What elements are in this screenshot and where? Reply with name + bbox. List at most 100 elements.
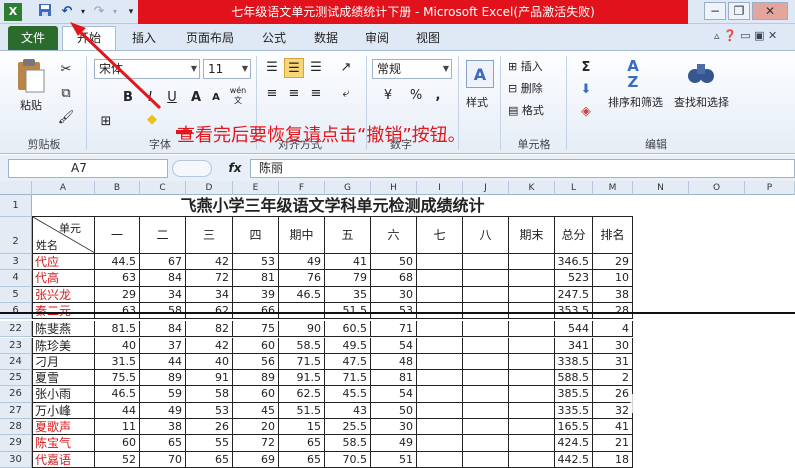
score-cell[interactable]: 51 [371, 451, 417, 468]
underline-button[interactable]: U [162, 88, 182, 108]
score-cell[interactable]: 84 [140, 270, 186, 287]
score-cell[interactable]: 53 [186, 402, 233, 419]
score-cell[interactable]: 165.5 [555, 419, 593, 436]
student-name-cell[interactable]: 夏雪 [32, 370, 95, 387]
header-diagonal-cell[interactable]: 单元 姓名 [32, 217, 95, 254]
score-cell[interactable]: 84 [140, 321, 186, 338]
score-cell[interactable]: 10 [593, 270, 633, 287]
score-cell[interactable]: 44 [140, 353, 186, 371]
score-cell[interactable]: 338.5 [555, 353, 593, 371]
score-cell[interactable]: 76 [279, 270, 325, 287]
student-name-cell[interactable]: 陈宝气 [32, 435, 95, 452]
header-cell[interactable]: 五 [325, 217, 371, 254]
score-cell[interactable] [417, 451, 463, 468]
score-cell[interactable]: 30 [593, 337, 633, 354]
score-cell[interactable] [509, 337, 555, 354]
row-header[interactable]: 23 [0, 337, 32, 354]
student-name-cell[interactable]: 陈斐燕 [32, 321, 95, 338]
score-cell[interactable] [509, 270, 555, 287]
score-cell[interactable]: 60.5 [325, 321, 371, 338]
score-cell[interactable]: 38 [140, 419, 186, 436]
align-left-icon[interactable]: ≡ [262, 84, 282, 104]
header-cell[interactable]: 六 [371, 217, 417, 254]
student-name-cell[interactable]: 代嘉语 [32, 451, 95, 468]
student-name-cell[interactable]: 代应 [32, 254, 95, 271]
score-cell[interactable]: 442.5 [555, 451, 593, 468]
tab-file[interactable]: 文件 [8, 26, 58, 50]
header-cell[interactable]: 三 [186, 217, 233, 254]
tab-review[interactable]: 审阅 [357, 27, 397, 50]
row-header[interactable]: 4 [0, 270, 32, 287]
score-cell[interactable]: 53 [233, 254, 279, 271]
score-cell[interactable]: 45 [233, 402, 279, 419]
score-cell[interactable]: 18 [593, 451, 633, 468]
column-header-e[interactable]: E [233, 181, 279, 195]
comma-button[interactable]: , [428, 86, 448, 106]
header-cell[interactable]: 二 [140, 217, 186, 254]
formula-input[interactable]: 陈丽 [250, 159, 795, 178]
phonetic-button[interactable]: wén 文 [228, 86, 248, 106]
score-cell[interactable]: 42 [186, 254, 233, 271]
score-cell[interactable] [509, 386, 555, 403]
score-cell[interactable]: 91.5 [279, 370, 325, 387]
score-cell[interactable]: 58.5 [325, 435, 371, 452]
align-center-icon[interactable]: ≡ [284, 84, 304, 104]
score-cell[interactable]: 51.5 [279, 402, 325, 419]
score-cell[interactable]: 247.5 [555, 286, 593, 303]
score-cell[interactable]: 63 [95, 270, 140, 287]
score-cell[interactable]: 424.5 [555, 435, 593, 452]
score-cell[interactable] [417, 254, 463, 271]
score-cell[interactable]: 4 [593, 321, 633, 338]
format-cells-button[interactable]: ▤ 格式 [508, 102, 544, 118]
score-cell[interactable] [509, 353, 555, 371]
score-cell[interactable] [509, 370, 555, 387]
score-cell[interactable]: 38 [593, 286, 633, 303]
score-cell[interactable] [463, 353, 509, 371]
autosum-button[interactable]: Σ [576, 58, 596, 78]
paste-icon[interactable] [14, 58, 50, 98]
student-name-cell[interactable]: 刁月 [32, 353, 95, 371]
score-cell[interactable]: 26 [186, 419, 233, 436]
score-cell[interactable]: 79 [325, 270, 371, 287]
score-cell[interactable]: 52 [95, 451, 140, 468]
italic-button[interactable]: I [140, 88, 160, 108]
save-icon[interactable] [36, 3, 54, 21]
score-cell[interactable]: 40 [95, 337, 140, 354]
bold-button[interactable]: B [118, 88, 138, 108]
cut-icon[interactable]: ✂ [56, 60, 76, 80]
score-cell[interactable]: 67 [140, 254, 186, 271]
delete-cells-button[interactable]: ⊟ 删除 [508, 80, 543, 96]
row-header[interactable]: 29 [0, 435, 32, 452]
score-cell[interactable]: 44 [95, 402, 140, 419]
sort-filter-icon[interactable]: AZ [618, 58, 648, 92]
score-cell[interactable] [463, 370, 509, 387]
wrap-text-icon[interactable]: ⤶ [336, 84, 356, 104]
number-format-combo[interactable]: 常规 ▼ [372, 59, 452, 79]
score-cell[interactable]: 65 [140, 435, 186, 452]
student-name-cell[interactable]: 陈珍美 [32, 337, 95, 354]
score-cell[interactable] [463, 337, 509, 354]
tab-home[interactable]: 开始 [62, 26, 116, 50]
clear-icon[interactable]: ◈ [576, 102, 596, 122]
tab-data[interactable]: 数据 [306, 27, 346, 50]
row-header[interactable]: 5 [0, 286, 32, 303]
score-cell[interactable]: 58.5 [279, 337, 325, 354]
score-cell[interactable]: 49 [140, 402, 186, 419]
score-cell[interactable]: 46.5 [95, 386, 140, 403]
score-cell[interactable]: 56 [233, 353, 279, 371]
score-cell[interactable]: 65 [186, 451, 233, 468]
score-cell[interactable]: 50 [371, 402, 417, 419]
column-header-d[interactable]: D [186, 181, 233, 195]
score-cell[interactable] [417, 337, 463, 354]
orientation-icon[interactable]: ↗ [336, 58, 356, 78]
student-name-cell[interactable]: 夏歌声 [32, 419, 95, 436]
score-cell[interactable]: 71.5 [279, 353, 325, 371]
score-cell[interactable]: 89 [140, 370, 186, 387]
align-bottom-icon[interactable]: ☰ [306, 58, 326, 78]
score-cell[interactable]: 49 [279, 254, 325, 271]
fill-color-icon[interactable]: ◆ [142, 110, 162, 130]
score-cell[interactable]: 60 [95, 435, 140, 452]
score-cell[interactable] [417, 435, 463, 452]
score-cell[interactable]: 91 [186, 370, 233, 387]
score-cell[interactable]: 60 [233, 337, 279, 354]
